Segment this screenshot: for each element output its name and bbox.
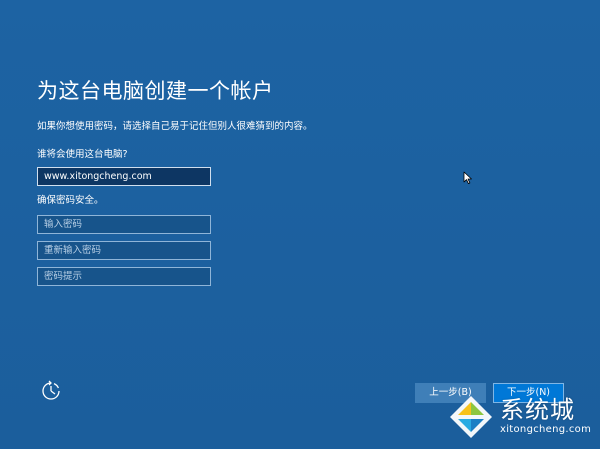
setup-screen: 为这台电脑创建一个帐户 如果你想使用密码，请选择自己易于记住但别人很难猜到的内容… (0, 0, 600, 449)
watermark-brand: 系统城 (500, 396, 575, 424)
username-input[interactable]: www.xitongcheng.com (37, 167, 211, 186)
password-security-label: 确保密码安全。 (37, 195, 104, 206)
who-will-use-label: 谁将会使用这台电脑? (37, 149, 128, 160)
ease-of-access-icon-graphic (42, 380, 60, 400)
page-description: 如果你想使用密码，请选择自己易于记住但别人很难猜到的内容。 (37, 121, 313, 132)
password-hint-input[interactable]: 密码提示 (37, 267, 211, 286)
password-confirm-input[interactable]: 重新输入密码 (37, 241, 211, 260)
page-title: 为这台电脑创建一个帐户 (37, 79, 274, 103)
watermark-url: xitongcheng.com (500, 424, 592, 435)
password-input[interactable]: 输入密码 (37, 215, 211, 234)
watermark: 系统城 xitongcheng.com (448, 390, 598, 446)
xitongcheng-logo-icon (448, 394, 494, 440)
mouse-cursor-icon (463, 170, 473, 184)
ease-of-access-icon[interactable] (40, 380, 62, 402)
